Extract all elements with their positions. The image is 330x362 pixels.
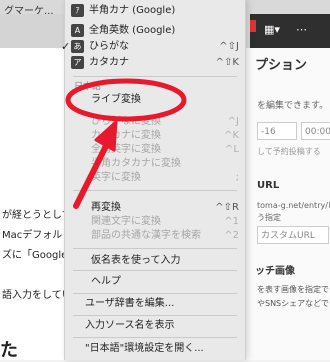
highlight-ellipse bbox=[65, 78, 187, 122]
pointer-arrow-head bbox=[94, 120, 118, 152]
pointer-arrow-shaft bbox=[73, 139, 111, 209]
annotation-overlay bbox=[65, 78, 187, 209]
